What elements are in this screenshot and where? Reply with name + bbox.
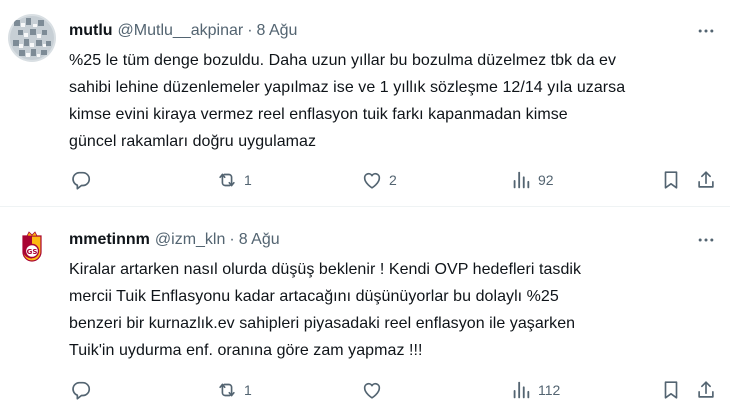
tweet-text-line: %25 le tüm denge bozuldu. Daha uzun yıll… [69,52,617,69]
more-icon [698,238,714,242]
retweet-icon [219,173,235,187]
svg-text:GS: GS [27,248,38,256]
view-count: 112 [538,382,561,398]
share-icon [698,171,714,188]
reply-button[interactable] [70,168,98,192]
like-icon [363,172,381,189]
reply-icon [72,381,91,400]
tweet[interactable]: mutlu @Mutlu__akpinar · 8 Ağu %25 le tüm… [0,0,730,207]
tweet-text-line: benzeri bir kurnazlık.ev sahipleri piyas… [69,315,576,332]
view-count: 92 [538,172,554,188]
avatar[interactable]: GS [8,226,56,274]
retweet-button[interactable]: 1 [216,378,252,402]
galatasaray-crest-avatar-icon: GS [8,226,56,274]
tweet-text-line: Tuik'in uydurma enf. oranına göre zam ya… [69,342,423,359]
reply-icon [72,171,91,190]
tweet-header: mutlu @Mutlu__akpinar · 8 Ağu [69,20,297,42]
views-icon [513,381,530,399]
author-handle[interactable]: @izm_kln [155,231,225,249]
separator-dot: · [247,22,253,39]
tweet[interactable]: GS mmetinnm @izm_kln · 8 Ağu Kiralar art… [0,207,730,420]
tweet-date[interactable]: 8 Ağu [239,231,280,249]
share-button[interactable] [695,378,717,402]
like-count: 2 [389,172,397,188]
separator-dot: · [229,231,235,248]
tweet-text-line: mercii Tuik Enflasyonu kadar artacağını … [69,288,559,305]
retweet-count: 1 [244,172,252,188]
more-button[interactable] [694,20,718,42]
more-button[interactable] [694,229,718,251]
tweet-text-line: güncel rakamları doğru uygulamaz [69,133,317,150]
bookmark-button[interactable] [660,168,682,192]
geometric-mosaic-avatar-icon [8,14,56,62]
tweet-text: %25 le tüm denge bozuldu. Daha uzun yıll… [69,47,719,155]
like-icon [363,382,381,399]
author-handle[interactable]: @Mutlu__akpinar [118,22,244,40]
tweet-actions: 1 2 92 [0,168,730,192]
bookmark-icon [664,381,678,399]
bookmark-button[interactable] [660,378,682,402]
share-icon [698,381,714,398]
tweet-text-line: sahibi lehine düzenlemeler yapılmaz ise … [69,79,626,96]
like-button[interactable]: 2 [361,168,397,192]
reply-button[interactable] [70,378,98,402]
author-name[interactable]: mutlu [69,22,113,40]
tweet-header: mmetinnm @izm_kln · 8 Ağu [69,229,280,251]
author-name[interactable]: mmetinnm [69,231,150,249]
retweet-count: 1 [244,382,252,398]
tweet-text-line: Kiralar artarken nasıl olurda düşüş bekl… [69,261,582,278]
tweet-text-line: kimse evini kiraya vermez reel enflasyon… [69,106,568,123]
retweet-button[interactable]: 1 [216,168,252,192]
retweet-icon [219,383,235,397]
bookmark-icon [664,171,678,189]
tweet-date[interactable]: 8 Ağu [257,22,298,40]
tweet-actions: 1 112 [0,378,730,402]
like-button[interactable] [361,378,389,402]
share-button[interactable] [695,168,717,192]
views-button[interactable]: 112 [510,378,560,402]
avatar[interactable] [8,14,56,62]
views-icon [513,171,530,189]
views-button[interactable]: 92 [510,168,554,192]
tweet-text: Kiralar artarken nasıl olurda düşüş bekl… [69,256,719,364]
more-icon [698,29,714,33]
